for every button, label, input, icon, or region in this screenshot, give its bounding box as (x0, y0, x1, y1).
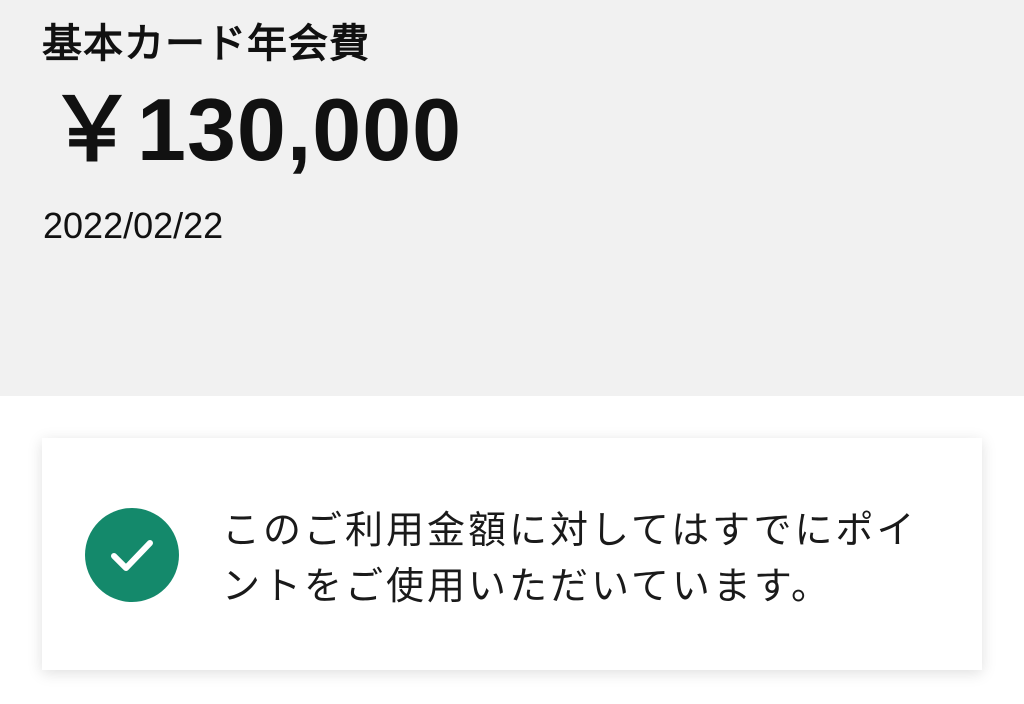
fee-title: 基本カード年会費 (42, 21, 370, 67)
notice-message-line2: ントをご使用いただいています。 (222, 564, 833, 608)
fee-date: 2022/02/22 (43, 205, 224, 246)
notice-message: このご利用金額に対してはすでにポイ ントをご使用いただいています。 (222, 502, 962, 614)
points-used-notice: このご利用金額に対してはすでにポイ ントをご使用いただいています。 (42, 438, 982, 670)
check-circle-icon (85, 508, 179, 602)
fee-amount: ￥130,000 (48, 80, 463, 179)
fee-summary-panel: 基本カード年会費 ￥130,000 2022/02/22 (0, 0, 1024, 396)
notice-message-line1: このご利用金額に対してはすでにポイ (222, 508, 918, 552)
checkmark-icon (111, 540, 153, 571)
